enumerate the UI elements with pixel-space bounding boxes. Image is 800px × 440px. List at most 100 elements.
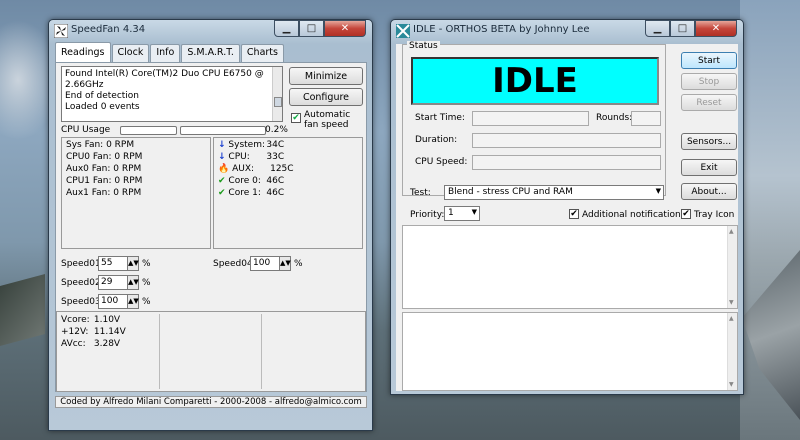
flame-icon: 🔥 bbox=[218, 164, 230, 174]
reset-button[interactable]: Reset bbox=[681, 94, 737, 111]
duration-label: Duration: bbox=[415, 135, 458, 145]
temp-name: Core 0: bbox=[228, 176, 261, 186]
fan-value: 0 RPM bbox=[113, 188, 142, 198]
minimize-window-button[interactable]: ▁ bbox=[645, 20, 670, 37]
log-line: End of detection bbox=[65, 91, 140, 101]
sensors-button[interactable]: Sensors... bbox=[681, 133, 737, 150]
speed02-spinner[interactable]: ▲▼ bbox=[127, 275, 139, 290]
maximize-window-button[interactable]: □ bbox=[670, 20, 695, 37]
speed04-input[interactable]: 100 bbox=[250, 256, 280, 271]
scroll-up-icon: ▲ bbox=[729, 315, 734, 322]
fan-row: Aux0 Fan: 0 RPM bbox=[66, 164, 141, 174]
temp-value: 46C bbox=[266, 188, 285, 198]
tab-clock[interactable]: Clock bbox=[111, 44, 150, 62]
test-select-value: Blend - stress CPU and RAM bbox=[448, 187, 573, 197]
chevron-down-icon: ▼ bbox=[471, 208, 477, 216]
speedfan-window: SpeedFan 4.34 ▁ □ ✕ Readings Clock Info … bbox=[48, 19, 373, 431]
minimize-button[interactable]: Minimize bbox=[289, 67, 363, 85]
orthos-window: IDLE - ORTHOS BETA by Johnny Lee ▁ □ ✕ S… bbox=[390, 19, 744, 395]
temp-row: ✔ Core 1: 46C bbox=[218, 188, 284, 198]
tab-charts[interactable]: Charts bbox=[240, 44, 284, 62]
desktop-jet-left bbox=[0, 273, 45, 347]
state-display: IDLE bbox=[411, 57, 659, 105]
voltage-divider bbox=[159, 314, 160, 389]
speed03-input[interactable]: 100 bbox=[98, 294, 128, 309]
test-label: Test: bbox=[410, 188, 431, 198]
minimize-icon: ▁ bbox=[653, 23, 662, 34]
percent-label: % bbox=[142, 259, 151, 269]
test-select[interactable]: Blend - stress CPU and RAM ▼ bbox=[444, 185, 664, 200]
fan-row: CPU1 Fan: 0 RPM bbox=[66, 176, 142, 186]
speed04-spinner[interactable]: ▲▼ bbox=[279, 256, 291, 271]
fan-value: 0 RPM bbox=[113, 164, 142, 174]
fan-name: Sys Fan: bbox=[66, 140, 104, 150]
output-pane-top[interactable]: ▲ ▼ bbox=[402, 225, 738, 309]
scroll-down-icon: ▼ bbox=[729, 381, 734, 388]
exit-button[interactable]: Exit bbox=[681, 159, 737, 176]
temp-row: 🔥 AUX: 125C bbox=[218, 164, 294, 174]
fan-row: Sys Fan: 0 RPM bbox=[66, 140, 134, 150]
speed03-spinner[interactable]: ▲▼ bbox=[127, 294, 139, 309]
maximize-icon: □ bbox=[677, 23, 688, 34]
check-icon: ✔ bbox=[218, 176, 226, 186]
close-window-button[interactable]: ✕ bbox=[695, 20, 737, 37]
fan-name: Aux0 Fan: bbox=[66, 164, 111, 174]
voltage-row: +12V: 11.14V bbox=[61, 327, 126, 337]
log-line: Loaded 0 events bbox=[65, 102, 140, 112]
log-scroll-thumb[interactable] bbox=[274, 97, 282, 107]
output-top-scrollbar[interactable]: ▲ ▼ bbox=[727, 226, 737, 308]
stop-button[interactable]: Stop bbox=[681, 73, 737, 90]
voltage-divider bbox=[261, 314, 262, 389]
output-pane-bottom[interactable]: ▲ ▼ bbox=[402, 312, 738, 391]
log-scrollbar[interactable] bbox=[272, 67, 282, 121]
speed02-input[interactable]: 29 bbox=[98, 275, 128, 290]
temp-name: Core 1: bbox=[228, 188, 261, 198]
temp-value: 34C bbox=[266, 140, 285, 150]
temp-value: 46C bbox=[266, 176, 285, 186]
close-window-button[interactable]: ✕ bbox=[324, 20, 366, 37]
output-bottom-scrollbar[interactable]: ▲ ▼ bbox=[727, 313, 737, 390]
auto-fan-checkbox[interactable]: ✔ bbox=[291, 113, 301, 123]
speed01-input[interactable]: 55 bbox=[98, 256, 128, 271]
chevron-down-icon: ▼ bbox=[655, 187, 661, 195]
speedfan-titlebar[interactable]: SpeedFan 4.34 ▁ □ ✕ bbox=[49, 20, 372, 42]
temp-name: CPU: bbox=[228, 152, 250, 162]
speedfan-tabs: Readings Clock Info S.M.A.R.T. Charts bbox=[55, 42, 285, 62]
close-icon: ✕ bbox=[711, 23, 721, 34]
speedfan-title: SpeedFan 4.34 bbox=[71, 24, 146, 35]
cpu-speed-field bbox=[472, 155, 661, 170]
close-icon: ✕ bbox=[340, 23, 350, 34]
about-button[interactable]: About... bbox=[681, 183, 737, 200]
speed01-spinner[interactable]: ▲▼ bbox=[127, 256, 139, 271]
priority-select[interactable]: 1 ▼ bbox=[444, 206, 480, 221]
tray-icon-checkbox[interactable]: ✔ bbox=[681, 209, 691, 219]
arrow-down-icon: ↓ bbox=[218, 152, 226, 162]
tab-readings[interactable]: Readings bbox=[55, 42, 111, 62]
voltage-value: 1.10V bbox=[93, 315, 121, 325]
maximize-window-button[interactable]: □ bbox=[299, 20, 324, 37]
fan-row: CPU0 Fan: 0 RPM bbox=[66, 152, 142, 162]
check-icon: ✔ bbox=[218, 188, 226, 198]
cpu-usage-bar-0 bbox=[120, 126, 177, 135]
voltages-box: Vcore: 1.10V +12V: 11.14V AVcc: 3.28V bbox=[56, 311, 366, 392]
orthos-titlebar[interactable]: IDLE - ORTHOS BETA by Johnny Lee ▁ □ ✕ bbox=[391, 20, 743, 42]
orthos-client: Status IDLE Start Time: Rounds: Duration… bbox=[396, 41, 738, 391]
minimize-window-button[interactable]: ▁ bbox=[274, 20, 299, 37]
tab-smart[interactable]: S.M.A.R.T. bbox=[181, 44, 240, 62]
temp-row: ↓ System:34C bbox=[218, 140, 284, 150]
percent-label: % bbox=[142, 297, 151, 307]
cpu-usage-bar-1 bbox=[180, 126, 266, 135]
fan-row: Aux1 Fan: 0 RPM bbox=[66, 188, 141, 198]
status-group: Status IDLE Start Time: Rounds: Duration… bbox=[402, 41, 666, 196]
temp-name: AUX: bbox=[232, 164, 255, 174]
additional-notification-checkbox[interactable]: ✔ bbox=[569, 209, 579, 219]
voltage-row: AVcc: 3.28V bbox=[61, 339, 120, 349]
voltage-value: 11.14V bbox=[93, 327, 126, 337]
fans-box: Sys Fan: 0 RPM CPU0 Fan: 0 RPM Aux0 Fan:… bbox=[61, 137, 211, 249]
arrow-down-icon: ↓ bbox=[218, 140, 226, 150]
temp-row: ✔ Core 0: 46C bbox=[218, 176, 284, 186]
event-log[interactable]: Found Intel(R) Core(TM)2 Duo CPU E6750 @… bbox=[61, 66, 283, 122]
tab-info[interactable]: Info bbox=[150, 44, 181, 62]
configure-button[interactable]: Configure bbox=[289, 88, 363, 106]
start-button[interactable]: Start bbox=[681, 52, 737, 69]
